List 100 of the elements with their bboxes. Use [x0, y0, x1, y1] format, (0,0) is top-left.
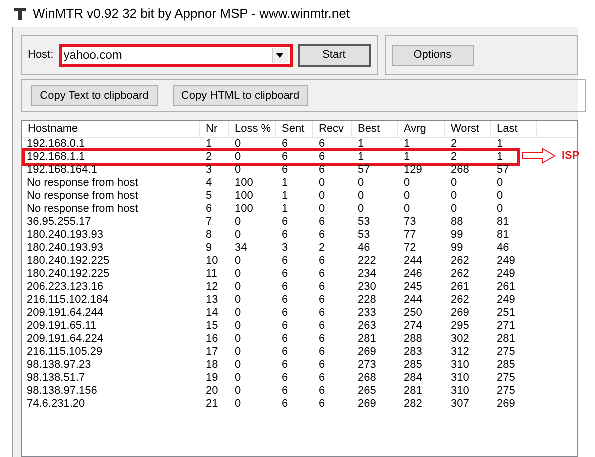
- table-cell-text: 100: [234, 190, 254, 203]
- table-cell-text: 192.168.1.1: [26, 151, 86, 164]
- table-cell-text: 284: [403, 372, 424, 385]
- table-cell-text: 57: [496, 164, 510, 177]
- table-cell-text: 53: [357, 229, 372, 242]
- table-cell-text: 1: [403, 151, 412, 164]
- table-cell-text: 310: [450, 372, 470, 385]
- table-cell-text: 0: [496, 203, 504, 216]
- window-title: WinMTR v0.92 32 bit by Appnor MSP - www.winmtr.net: [33, 6, 350, 21]
- copy-text-button[interactable]: Copy Text to clipboard: [31, 85, 158, 106]
- table-cell-text: 1: [281, 190, 290, 203]
- table-cell-text: 6: [318, 372, 326, 385]
- table-cell-text: 180.240.192.225: [26, 255, 111, 268]
- table-cell-text: 6: [281, 359, 290, 372]
- table-cell-text: 244: [403, 294, 424, 307]
- table-cell-text: 6: [318, 385, 326, 398]
- column-header[interactable]: Loss %: [229, 121, 276, 137]
- table-cell-text: 283: [403, 346, 424, 359]
- options-button[interactable]: Options: [392, 44, 474, 66]
- table-cell-text: 73: [403, 216, 418, 229]
- column-header[interactable]: Sent: [276, 121, 313, 137]
- table-cell-text: 6: [281, 151, 290, 164]
- table-cell-text: 222: [357, 255, 378, 268]
- table-cell-text: 6: [281, 346, 290, 359]
- column-header[interactable]: Avrg: [398, 121, 445, 137]
- table-cell-text: No response from host: [26, 203, 140, 216]
- table-cell-text: 209.191.64.224: [26, 333, 104, 346]
- table-cell-text: 0: [403, 203, 412, 216]
- table-cell-text: 6: [281, 333, 290, 346]
- table-cell-text: 6: [318, 216, 326, 229]
- table-cell-text: 6: [281, 307, 290, 320]
- host-label: Host:: [28, 49, 54, 61]
- table-cell-text: No response from host: [26, 177, 140, 190]
- table-cell-text: 0: [234, 281, 242, 294]
- table-cell-text: 36.95.255.17: [26, 216, 92, 229]
- table-cell-text: 0: [403, 190, 412, 203]
- table-cell-text: 100: [234, 177, 254, 190]
- table-cell-text: 6: [281, 164, 290, 177]
- table-cell-text: 16: [205, 333, 220, 346]
- table-cell-text: 2: [450, 151, 458, 164]
- table-cell-text: 98.138.51.7: [26, 372, 86, 385]
- table-cell-text: 6: [281, 320, 290, 333]
- host-combobox[interactable]: yahoo.com: [58, 44, 293, 66]
- table-cell-text: 192.168.0.1: [26, 138, 86, 151]
- table-cell-text: 129: [403, 164, 424, 177]
- table-cell-text: 261: [450, 281, 470, 294]
- table-cell-text: 265: [357, 385, 378, 398]
- table-cell-text: 0: [450, 190, 458, 203]
- table-cell-text: 275: [496, 372, 516, 385]
- table-cell-text: 74.6.231.20: [26, 398, 86, 411]
- table-cell-text: 0: [403, 177, 412, 190]
- table-cell-text: 230: [357, 281, 378, 294]
- column-header[interactable]: Hostname: [22, 121, 200, 137]
- column-header[interactable]: Recv: [313, 121, 352, 137]
- table-cell-text: 0: [234, 372, 242, 385]
- table-cell-text: 310: [450, 385, 470, 398]
- table-cell-text: 5: [205, 190, 214, 203]
- table-cell-text: 0: [234, 359, 242, 372]
- column-header[interactable]: Best: [352, 121, 398, 137]
- table-cell-text: 0: [234, 320, 242, 333]
- table-cell-text: 99: [450, 242, 464, 255]
- table-cell-text: 1: [205, 138, 214, 151]
- table-cell-text: 269: [357, 398, 378, 411]
- table-cell-text: 192.168.164.1: [26, 164, 98, 177]
- column-header[interactable]: Nr: [200, 121, 229, 137]
- table-cell-text: 6: [281, 216, 290, 229]
- table-cell-text: 0: [234, 385, 242, 398]
- table-cell-text: 269: [450, 307, 470, 320]
- table-cell-text: 6: [281, 229, 290, 242]
- table-cell-text: 34: [234, 242, 248, 255]
- table-cell-text: 216.115.105.29: [26, 346, 104, 359]
- table-cell-text: 180.240.193.93: [26, 229, 104, 242]
- table-cell-text: 6: [318, 307, 326, 320]
- copy-html-button[interactable]: Copy HTML to clipboard: [173, 85, 308, 106]
- table-cell-text: 0: [234, 346, 242, 359]
- table-cell-text: 19: [205, 372, 220, 385]
- table-cell-text: 6: [281, 138, 290, 151]
- table-cell-text: 18: [205, 359, 220, 372]
- app-icon: [13, 6, 27, 20]
- table-cell-text: 234: [357, 268, 378, 281]
- table-cell-text: 216.115.102.184: [26, 294, 110, 307]
- table-cell-text: 1: [281, 177, 290, 190]
- table-cell-text: 6: [318, 138, 326, 151]
- start-button[interactable]: Start: [298, 44, 371, 66]
- column-header[interactable]: Last: [491, 121, 537, 137]
- column-header[interactable]: Worst: [445, 121, 491, 137]
- table-cell-text: 307: [450, 398, 470, 411]
- table-cell-text: 206.223.123.16: [26, 281, 104, 294]
- arrow-icon: [522, 148, 556, 164]
- table-cell-text: 20: [205, 385, 220, 398]
- table-cell-text: 1: [357, 151, 366, 164]
- table-cell-text: 6: [318, 151, 326, 164]
- table-cell-text: 268: [450, 164, 470, 177]
- table-cell-text: 13: [205, 294, 220, 307]
- table-cell-text: 6: [281, 398, 290, 411]
- table-cell-text: 0: [318, 190, 326, 203]
- table-cell-text: 4: [205, 177, 214, 190]
- table-cell-text: 10: [205, 255, 220, 268]
- table-cell-text: 0: [234, 216, 242, 229]
- table-cell-text: 274: [403, 320, 424, 333]
